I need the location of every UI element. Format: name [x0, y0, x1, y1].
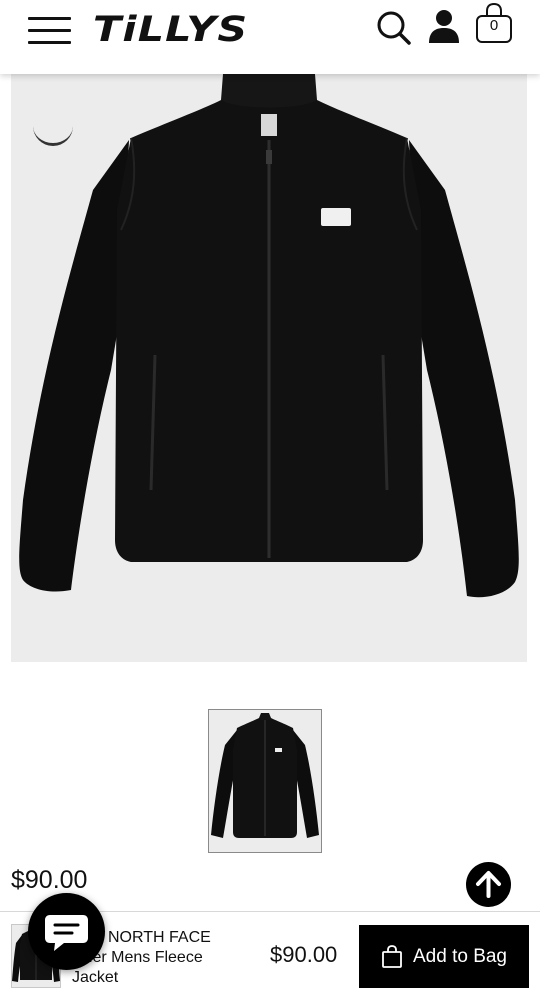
add-to-bag-button[interactable]: Add to Bag [359, 925, 529, 988]
account-icon[interactable] [425, 6, 463, 46]
chat-icon [45, 915, 88, 951]
product-page: TiLLYS 0 $90.00 NORTH FACE acier Mens Fl… [0, 0, 540, 1005]
shopping-bag-button[interactable]: 0 [472, 2, 516, 48]
site-header: TiLLYS 0 [0, 0, 540, 74]
shopping-bag-icon [382, 944, 402, 968]
bag-count-badge: 0 [489, 17, 499, 34]
search-icon[interactable] [375, 6, 413, 46]
product-price: $90.00 [11, 866, 88, 894]
product-thumbnail[interactable] [208, 709, 322, 853]
arrow-up-icon [476, 871, 501, 898]
black-fleece-jacket-image [19, 70, 519, 598]
live-chat-button[interactable] [28, 893, 105, 970]
black-fleece-jacket-thumbnail-image [211, 713, 319, 838]
product-hero-image[interactable] [11, 70, 527, 662]
sticky-product-name-line-3: Jacket [72, 969, 119, 986]
add-to-bag-label: Add to Bag [412, 945, 508, 967]
sticky-product-price: $90.00 [270, 942, 338, 967]
hamburger-menu-icon[interactable] [26, 14, 74, 48]
back-to-top-button[interactable] [466, 862, 511, 907]
tillys-logo[interactable]: TiLLYS [93, 10, 248, 50]
